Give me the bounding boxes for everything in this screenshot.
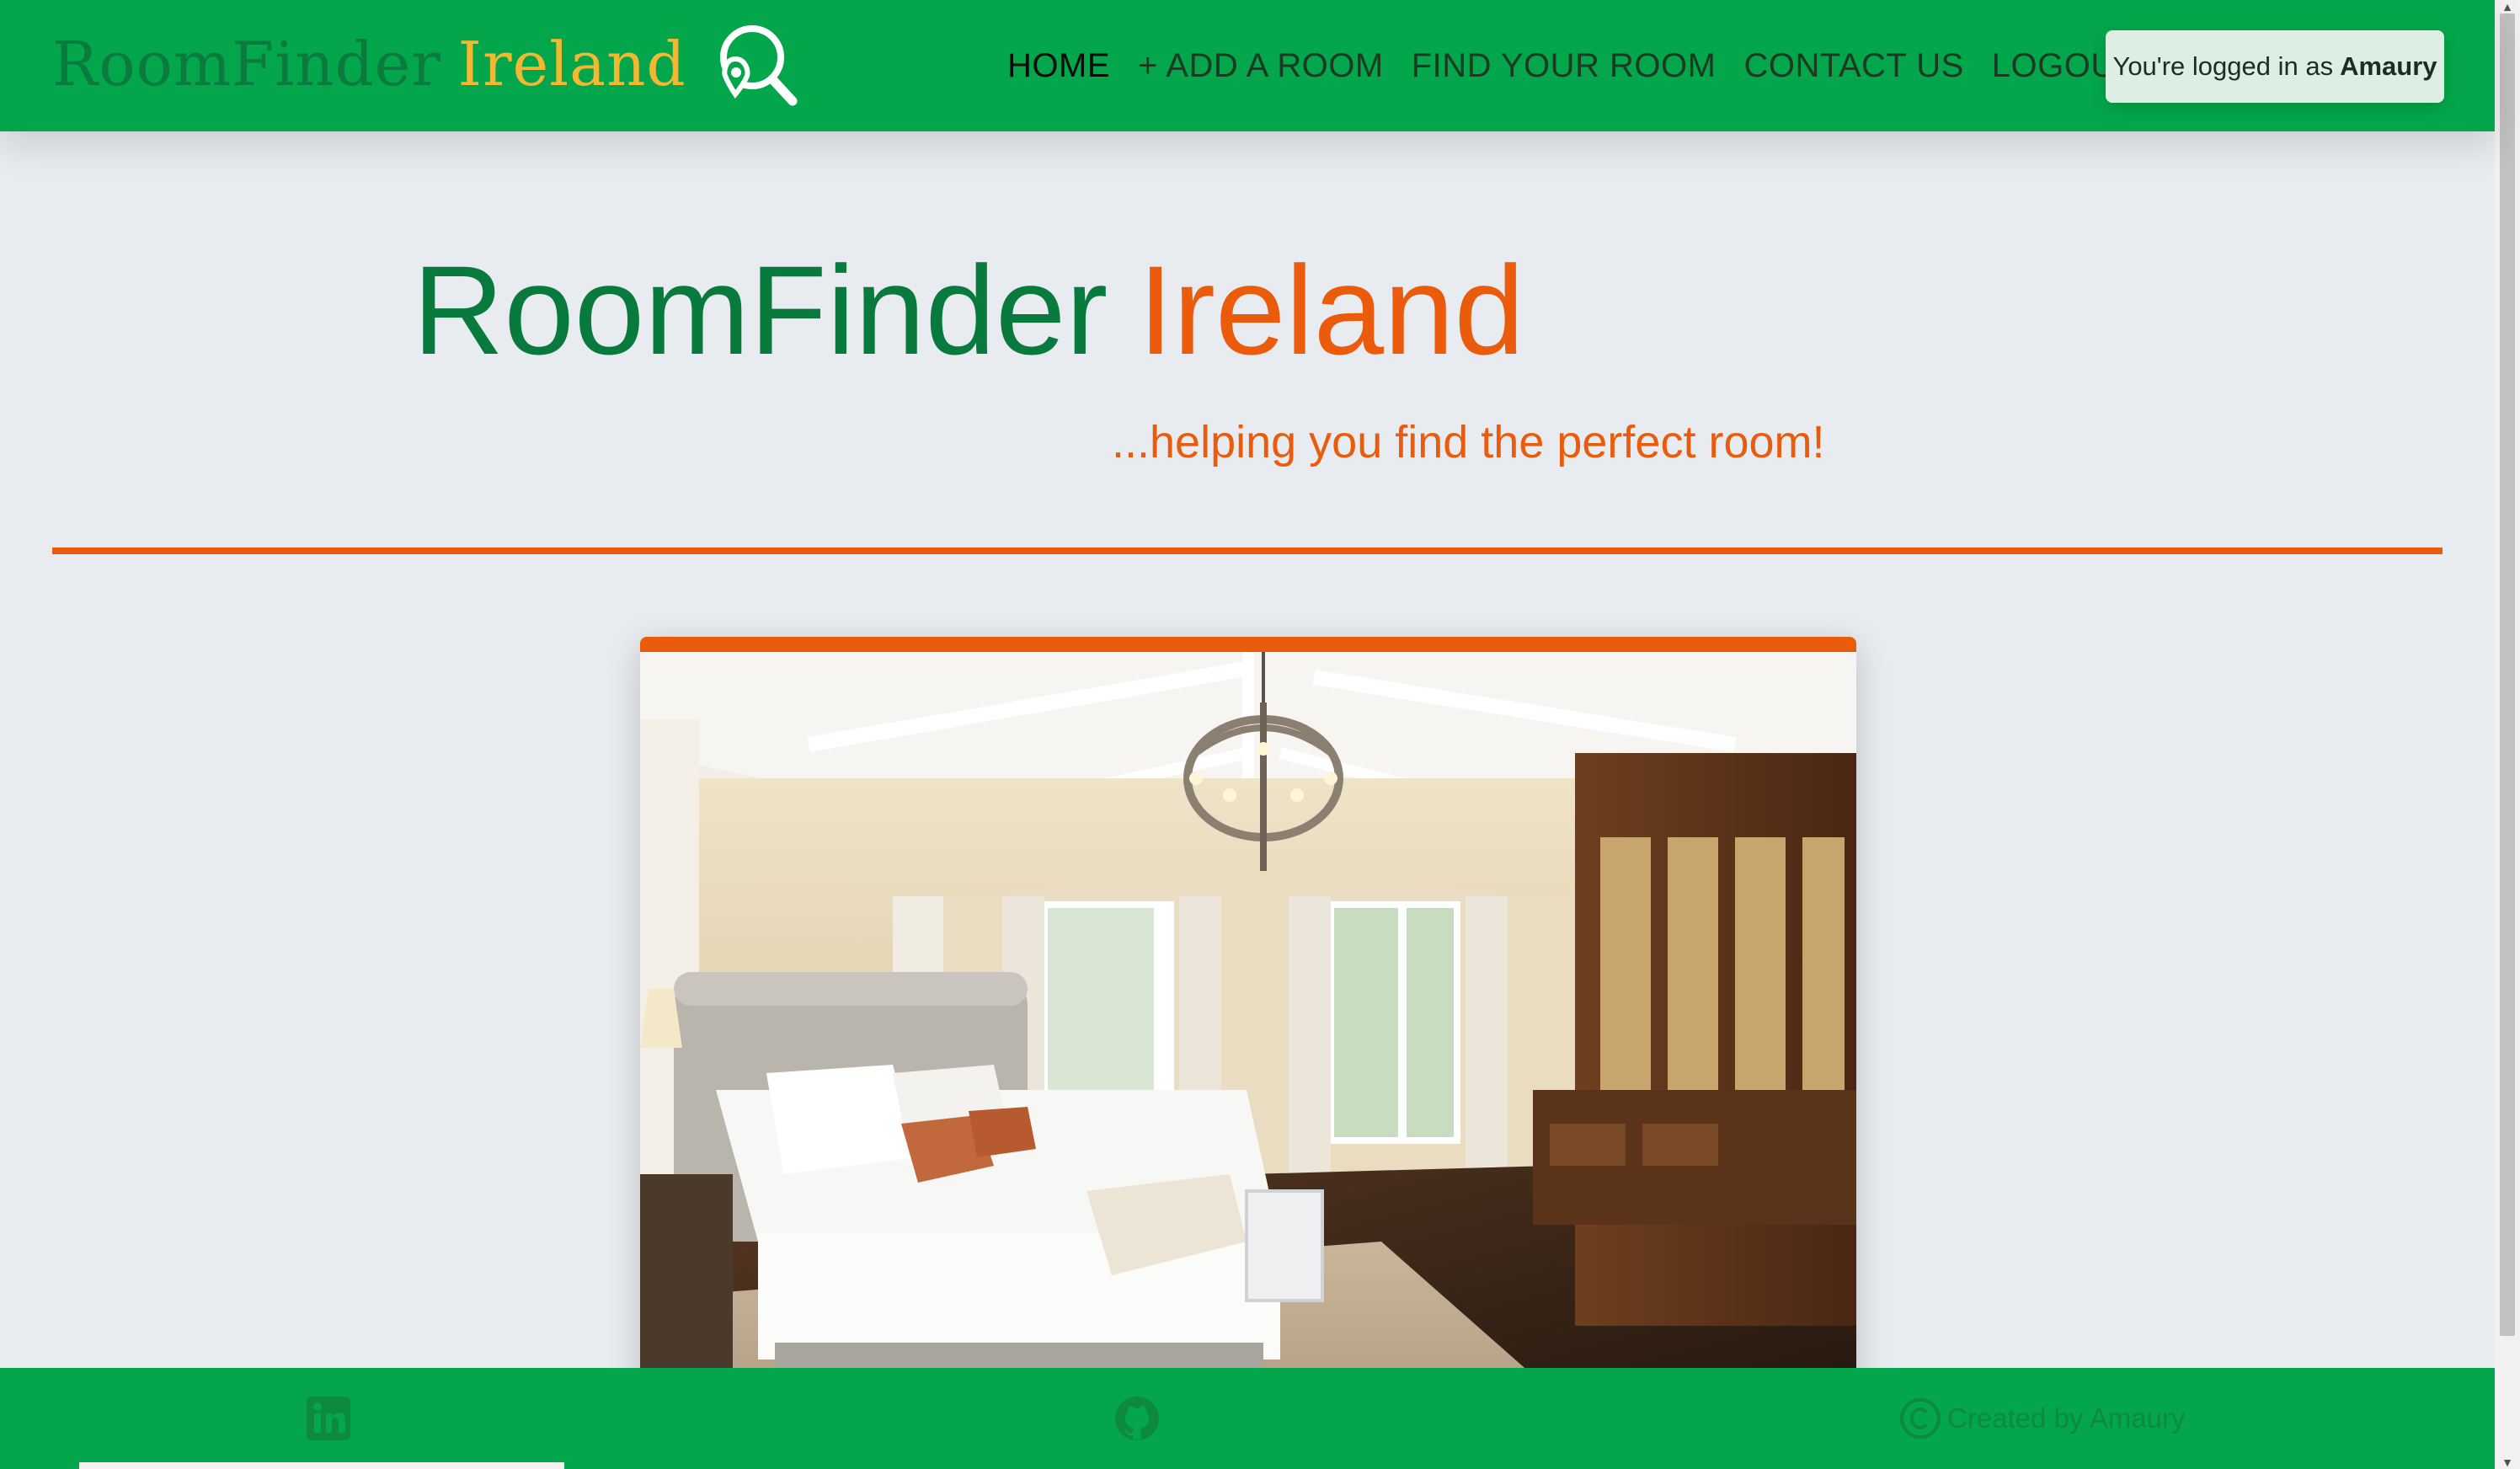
brand-name-part2: Ireland <box>457 29 686 99</box>
login-status-prefix: You're logged in as <box>2112 51 2334 81</box>
nav-find-room[interactable]: FIND YOUR ROOM <box>1412 47 1716 85</box>
login-status-badge: You're logged in as Amaury <box>2106 30 2444 103</box>
login-username: Amaury <box>2340 51 2437 81</box>
scroll-down-arrow-icon[interactable]: ▼ <box>2495 1456 2520 1469</box>
footer: Created by Amaury <box>0 1368 2495 1469</box>
hero-tagline: ...helping you find the perfect room! <box>1112 417 1825 467</box>
bedroom-photo <box>640 652 1856 1469</box>
github-icon[interactable] <box>1112 1393 1162 1444</box>
featured-image-card <box>640 637 1856 1469</box>
footer-bottom-strip <box>79 1462 564 1469</box>
nav-links: HOME + ADD A ROOM FIND YOUR ROOM CONTACT… <box>1007 34 2165 98</box>
nav-contact[interactable]: CONTACT US <box>1743 47 1963 85</box>
page: RoomFinder Ireland HOME + ADD A ROOM FIN… <box>0 0 2520 1469</box>
brand-logo[interactable]: RoomFinder Ireland <box>52 22 799 106</box>
nav-add-room[interactable]: + ADD A ROOM <box>1138 47 1384 85</box>
nav-home[interactable]: HOME <box>1007 47 1110 85</box>
navbar: RoomFinder Ireland HOME + ADD A ROOM FIN… <box>0 0 2495 131</box>
hero-title: RoomFinder Ireland <box>413 234 1524 386</box>
scroll-thumb[interactable] <box>2500 13 2515 1336</box>
footer-credit: Created by Amaury <box>1898 1393 2185 1444</box>
copyright-icon <box>1900 1398 1941 1439</box>
hero-title-part2: Ireland <box>1138 239 1524 381</box>
footer-credit-text: Created by Amaury <box>1947 1402 2186 1434</box>
map-pin-search-icon <box>719 25 798 106</box>
section-divider <box>52 548 2443 554</box>
brand-name-part1: RoomFinder <box>52 29 441 99</box>
hero-title-part1: RoomFinder <box>413 239 1108 381</box>
scroll-up-arrow-icon[interactable]: ▲ <box>2495 0 2520 13</box>
linkedin-icon[interactable] <box>303 1393 354 1444</box>
vertical-scrollbar[interactable]: ▲ ▼ <box>2495 0 2520 1469</box>
